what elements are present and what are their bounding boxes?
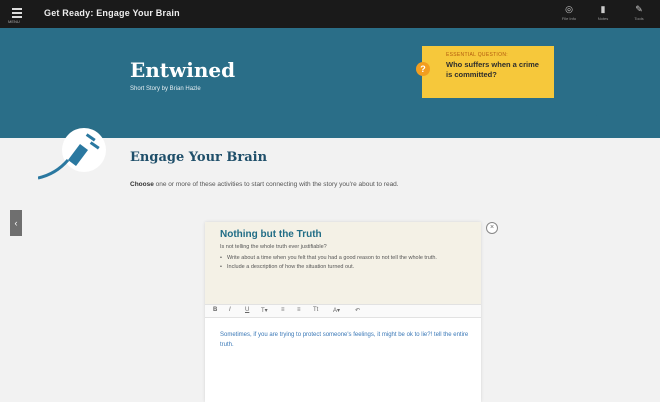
editor-toolbar: B I U T▾ ≡ ≡ Tt A▾ ↶ (205, 304, 481, 318)
activity-title: Nothing but the Truth (220, 229, 322, 240)
essential-question-text: Who suffers when a crime is committed? (446, 60, 539, 79)
activity-card: Nothing but the Truth Is not telling the… (205, 222, 481, 402)
list-item: Include a description of how the situati… (220, 263, 470, 272)
tools-button[interactable]: ✎ Tools (626, 4, 652, 26)
notes-icon: ▮ (600, 4, 606, 14)
menu-icon (12, 8, 22, 10)
question-icon: ? (416, 62, 430, 76)
close-button[interactable]: × (486, 222, 498, 234)
menu-button[interactable]: MENU (8, 6, 26, 24)
plug-icon (38, 128, 106, 180)
selection-title: Entwined (130, 58, 236, 82)
activity-header: Nothing but the Truth Is not telling the… (205, 222, 481, 304)
response-editor[interactable]: Sometimes, if you are trying to protect … (220, 330, 470, 350)
section-description: Choose one or more of these activities t… (130, 181, 399, 188)
selection-subtitle: Short Story by Brian Hazle (130, 86, 201, 92)
notes-button[interactable]: ▮ Notes (590, 4, 616, 26)
file-info-button[interactable]: ◎ File Info (556, 4, 582, 26)
underline-button[interactable]: U (245, 307, 249, 313)
side-panel-tab[interactable]: ‹ (10, 210, 22, 236)
activity-bullets: Write about a time when you felt that yo… (220, 254, 470, 271)
top-bar: MENU Get Ready: Engage Your Brain ◎ File… (0, 0, 660, 28)
bulleted-list-button[interactable]: ≡ (281, 307, 285, 313)
text-color-button[interactable]: T▾ (261, 307, 268, 314)
undo-button[interactable]: ↶ (355, 307, 360, 314)
italic-button[interactable]: I (229, 307, 231, 313)
essential-question-label: ESSENTIAL QUESTION: (446, 52, 508, 58)
activity-question: Is not telling the whole truth ever just… (220, 244, 327, 250)
bold-button[interactable]: B (213, 307, 217, 313)
page-title: Get Ready: Engage Your Brain (44, 8, 180, 18)
essential-question-box: ? ESSENTIAL QUESTION: Who suffers when a… (416, 46, 554, 98)
numbered-list-button[interactable]: ≡ (297, 307, 301, 313)
font-button[interactable]: A▾ (333, 307, 340, 314)
menu-label: MENU (8, 19, 20, 24)
section-title: Engage Your Brain (130, 150, 268, 165)
file-icon: ◎ (565, 4, 573, 14)
list-item: Write about a time when you felt that yo… (220, 254, 470, 263)
font-size-button[interactable]: Tt (313, 307, 318, 313)
tools-icon: ✎ (635, 4, 643, 14)
